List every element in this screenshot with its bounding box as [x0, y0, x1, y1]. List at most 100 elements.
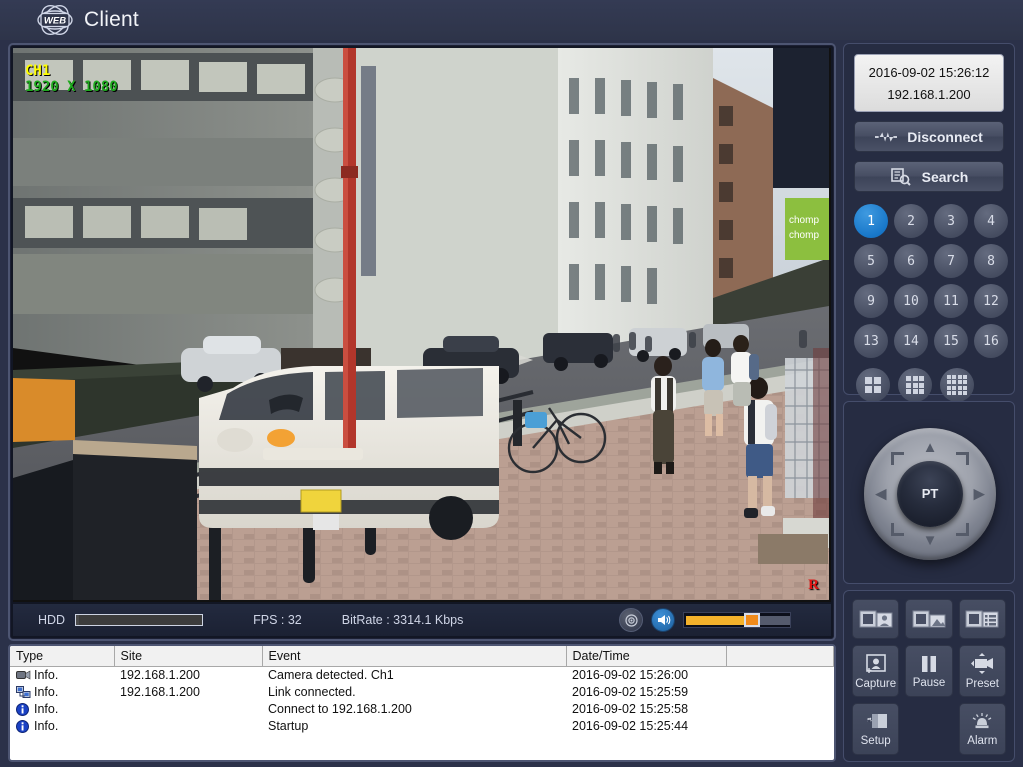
- channel-button-15[interactable]: 15: [934, 324, 968, 358]
- video-stream-frame: chomp chomp: [13, 48, 829, 600]
- osd-channel-label: CH1: [25, 63, 51, 79]
- channel-button-8[interactable]: 8: [974, 244, 1008, 278]
- event-log-table: Type Site Event Date/Time Info. 192.168.1…: [10, 646, 834, 735]
- split-4-button[interactable]: [856, 368, 890, 402]
- alarm-bell-icon: [969, 712, 995, 732]
- log-type-cell: Info.: [10, 667, 114, 684]
- search-list-icon: [890, 167, 912, 186]
- log-extra-cell: [726, 667, 834, 684]
- event-log-panel[interactable]: Type Site Event Date/Time Info. 192.168.1…: [8, 644, 836, 762]
- log-type-text: Info.: [34, 719, 59, 733]
- table-row[interactable]: Info. 192.168.1.200 Link connected. 2016-09…: [10, 684, 834, 701]
- log-extra-cell: [726, 701, 834, 718]
- col-header-datetime[interactable]: Date/Time: [566, 646, 727, 667]
- info-icon: [16, 703, 31, 716]
- pause-button[interactable]: Pause: [905, 645, 953, 697]
- split-9-button[interactable]: [898, 368, 932, 402]
- preset-button[interactable]: Preset: [958, 645, 1006, 697]
- channel-button-16[interactable]: 16: [974, 324, 1008, 358]
- table-row[interactable]: Info. Connect to 192.168.1.200 2016-09-02 …: [10, 701, 834, 718]
- ptz-camera-list-button[interactable]: [958, 599, 1006, 639]
- channel-button-7[interactable]: 7: [934, 244, 968, 278]
- connection-waveform-icon: [875, 128, 898, 146]
- disconnect-button-label: Disconnect: [907, 128, 983, 145]
- ptz-down-icon[interactable]: ▼: [923, 533, 938, 548]
- channel-button-6[interactable]: 6: [894, 244, 928, 278]
- grid-4x4-icon: [946, 374, 968, 396]
- video-panel[interactable]: chomp chomp CH1 1920 X 1080 R HDD FPS: …: [8, 43, 836, 641]
- ptz-right-icon[interactable]: ▶: [973, 486, 985, 501]
- channel-button-10[interactable]: 10: [894, 284, 928, 318]
- ptz-dial[interactable]: ▲ ▼ ◀ ▶ PT: [864, 427, 996, 560]
- log-type-text: Info.: [34, 702, 59, 716]
- volume-slider-knob[interactable]: [744, 613, 761, 627]
- split-16-button[interactable]: [940, 368, 974, 402]
- log-event-cell: Startup: [268, 719, 309, 733]
- channel-button-grid: 1 2 3 4 5 6 7 8 9 10 11 12 13 14 15 16: [854, 204, 1008, 358]
- col-header-type[interactable]: Type: [10, 646, 115, 667]
- fps-readout: FPS : 32: [253, 613, 302, 627]
- volume-slider[interactable]: [683, 612, 791, 628]
- channel-button-1[interactable]: 1: [854, 204, 888, 238]
- table-row[interactable]: Info. 192.168.1.200 Camera detected. Ch1 20…: [10, 667, 834, 684]
- svg-text:WEB: WEB: [44, 15, 66, 26]
- ptz-camera-person-button[interactable]: [852, 599, 900, 639]
- ptz-up-icon[interactable]: ▲: [923, 440, 938, 455]
- search-button-label: Search: [921, 168, 969, 185]
- search-button[interactable]: Search: [854, 161, 1004, 192]
- video-stage[interactable]: chomp chomp CH1 1920 X 1080 R: [13, 48, 831, 602]
- tool-buttons-box: Capture Pause Preset Setup Alarm: [843, 590, 1015, 762]
- col-header-extra[interactable]: [726, 646, 834, 667]
- ptz-up-right-icon[interactable]: [956, 451, 969, 465]
- hdd-label: HDD: [38, 613, 66, 627]
- bitrate-readout: BitRate : 3314.1 Kbps: [342, 613, 464, 627]
- ptz-down-left-icon[interactable]: [891, 522, 904, 536]
- channel-button-4[interactable]: 4: [974, 204, 1008, 238]
- disconnect-button[interactable]: Disconnect: [854, 121, 1004, 152]
- capture-icon: [864, 653, 888, 675]
- ptz-left-icon[interactable]: ◀: [875, 486, 887, 501]
- ptz-center-button[interactable]: PT: [897, 460, 963, 527]
- capture-button[interactable]: Capture: [852, 645, 900, 697]
- channel-button-12[interactable]: 12: [974, 284, 1008, 318]
- setup-button[interactable]: Setup: [852, 703, 900, 755]
- record-status-icon[interactable]: [619, 608, 643, 632]
- channel-button-11[interactable]: 11: [934, 284, 968, 318]
- log-datetime-cell: 2016-09-02 15:25:59: [572, 685, 689, 699]
- preset-button-label: Preset: [965, 677, 999, 690]
- video-status-bar: HDD FPS : 32 BitRate : 3314.1 Kbps: [13, 604, 831, 636]
- fps-label: FPS :: [253, 613, 285, 627]
- col-header-event[interactable]: Event: [262, 646, 567, 667]
- alarm-button-label: Alarm: [967, 734, 998, 747]
- log-site-cell: [114, 718, 262, 735]
- alarm-button[interactable]: Alarm: [958, 703, 1006, 755]
- ptz-camera-image-icon: [912, 609, 946, 629]
- channel-button-3[interactable]: 3: [934, 204, 968, 238]
- app-logo: WEB Client: [32, 2, 139, 38]
- log-type-text: Info.: [34, 668, 59, 683]
- channel-button-14[interactable]: 14: [894, 324, 928, 358]
- web-logo-icon: WEB: [32, 2, 78, 38]
- svg-text:chomp: chomp: [789, 215, 819, 226]
- ptz-down-right-icon[interactable]: [956, 522, 969, 536]
- log-site-cell: 192.168.1.200: [120, 668, 200, 683]
- app-title: Client: [84, 8, 139, 31]
- channel-button-13[interactable]: 13: [854, 324, 888, 358]
- pause-button-label: Pause: [912, 676, 946, 689]
- app-header: WEB Client: [0, 0, 1023, 40]
- preset-camera-icon: [969, 652, 995, 675]
- channel-button-9[interactable]: 9: [854, 284, 888, 318]
- table-header-row: Type Site Event Date/Time: [10, 646, 834, 667]
- ptz-up-left-icon[interactable]: [891, 451, 904, 465]
- bitrate-label: BitRate :: [341, 613, 390, 627]
- connection-datetime: 2016-09-02 15:26:12: [868, 64, 990, 80]
- log-datetime-cell: 2016-09-02 15:25:58: [572, 702, 689, 716]
- speaker-icon[interactable]: [651, 608, 675, 632]
- log-datetime-cell: 2016-09-02 15:26:00: [572, 668, 689, 683]
- channel-button-5[interactable]: 5: [854, 244, 888, 278]
- log-event-cell: Camera detected. Ch1: [268, 668, 394, 683]
- channel-button-2[interactable]: 2: [894, 204, 928, 238]
- col-header-site[interactable]: Site: [114, 646, 263, 667]
- table-row[interactable]: Info. Startup 2016-09-02 15:25:44: [10, 718, 834, 735]
- ptz-camera-image-button[interactable]: [905, 599, 953, 639]
